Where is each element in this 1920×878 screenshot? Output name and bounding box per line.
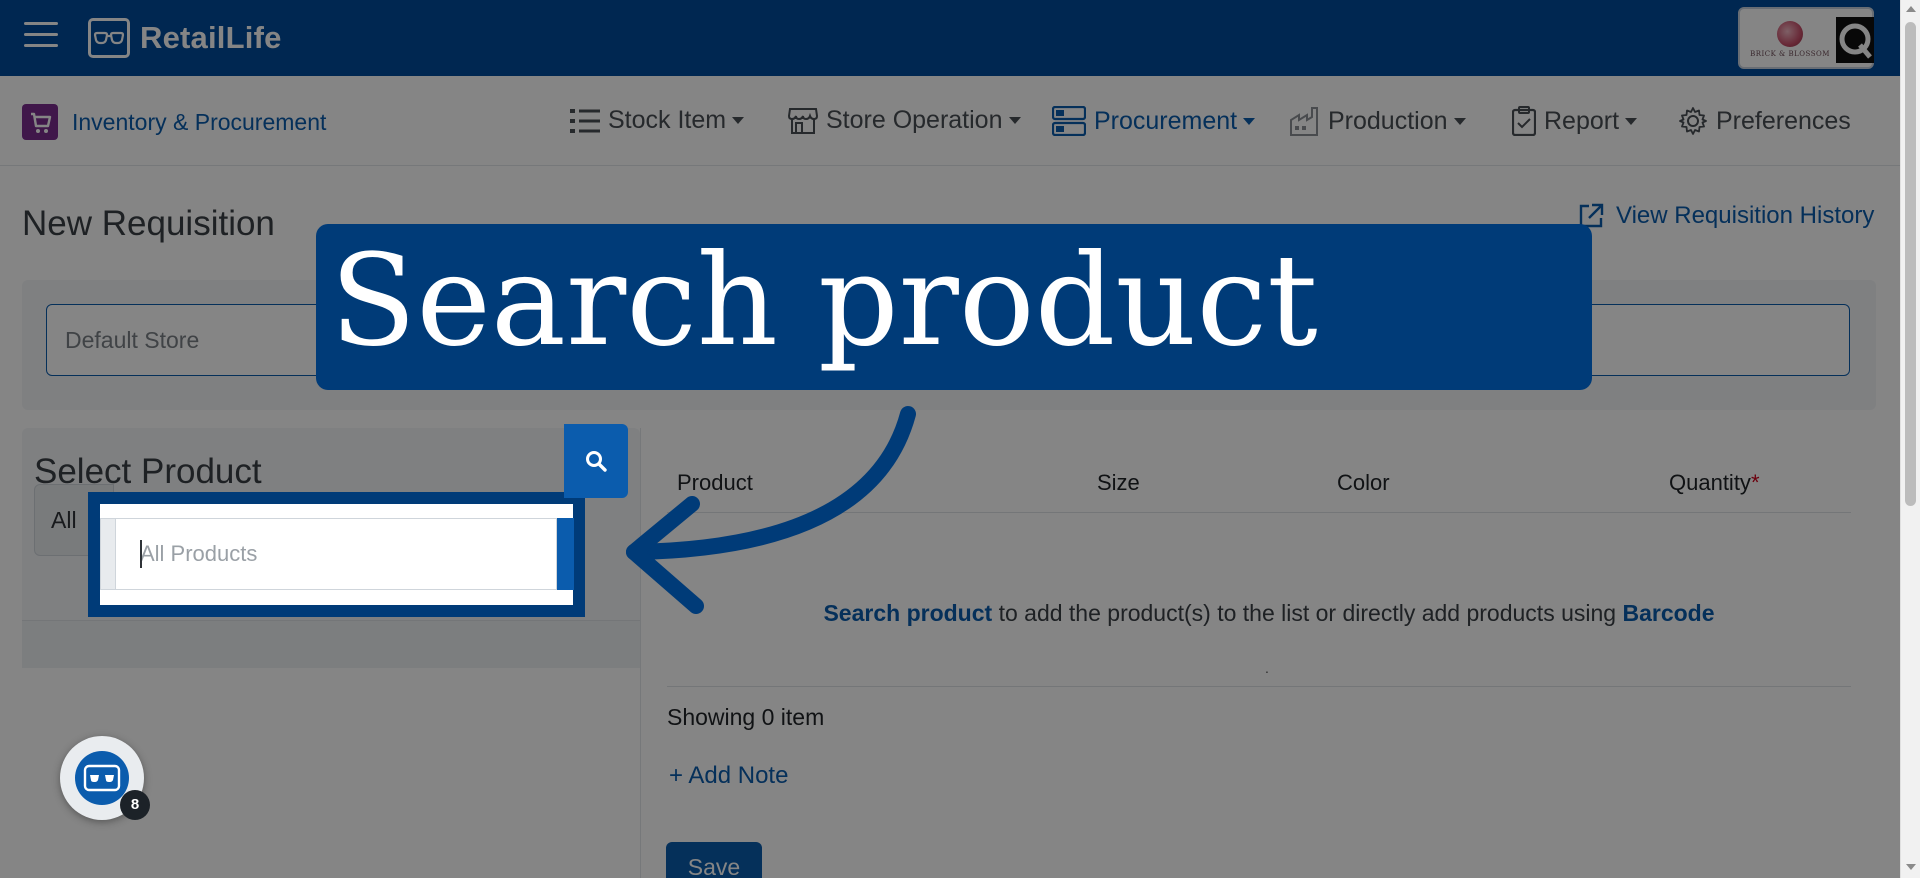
search-input-addon [100,518,116,590]
text-cursor [140,540,142,568]
search-icon [586,451,607,472]
tutorial-dim-overlay [0,0,1920,878]
tutorial-callout-text: Search product [330,227,1318,374]
product-search-input[interactable] [115,518,557,590]
product-search-button[interactable] [564,424,628,498]
notification-count-badge: 8 [120,790,150,820]
scroll-down-arrow-icon[interactable] [1906,864,1916,870]
scrollbar-thumb[interactable] [1905,22,1916,506]
tutorial-callout: Search product [316,224,1592,390]
page-scrollbar[interactable] [1900,0,1920,878]
scroll-up-arrow-icon[interactable] [1906,6,1916,12]
search-input-accent [557,518,574,590]
tutorial-arrow-icon [626,406,916,614]
